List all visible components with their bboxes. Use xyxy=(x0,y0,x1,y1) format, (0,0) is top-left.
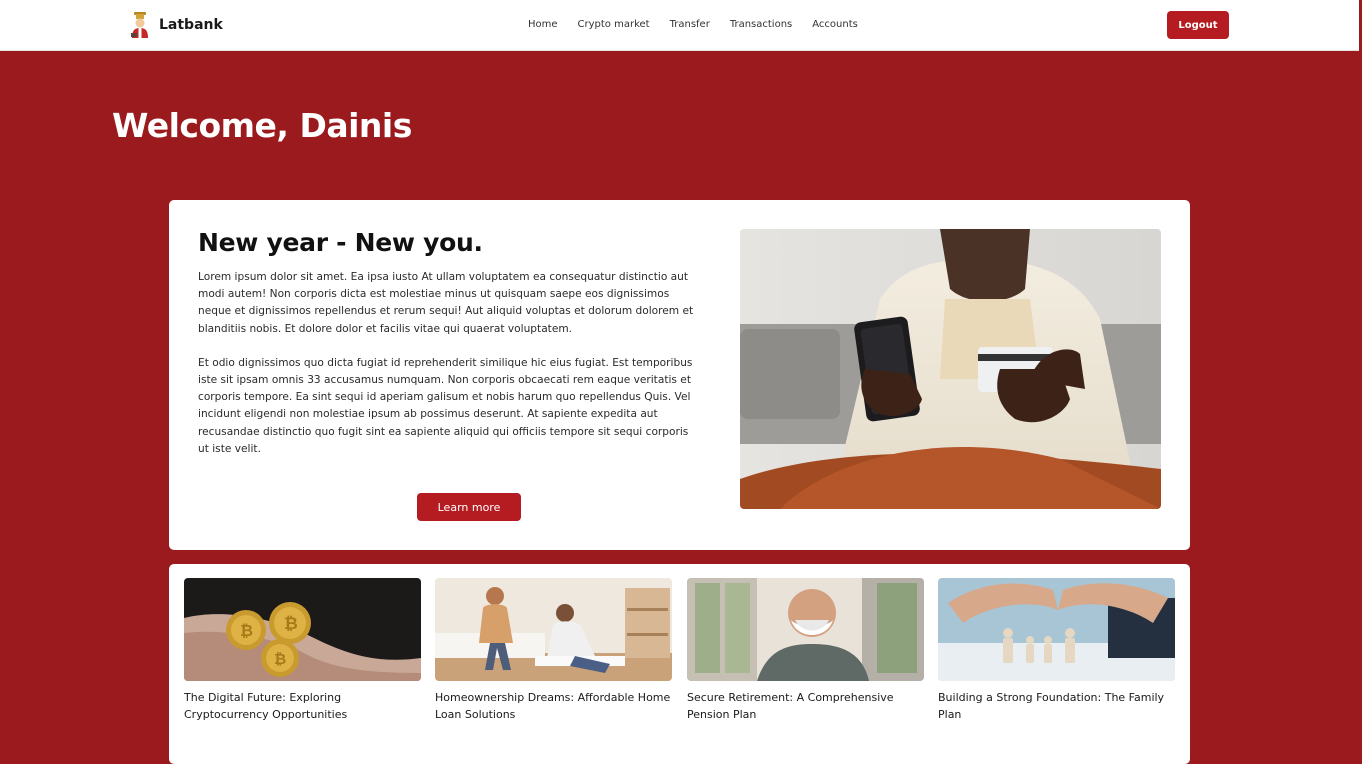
hero-card: New year - New you. Lorem ipsum dolor si… xyxy=(169,200,1190,550)
hero-body: Lorem ipsum dolor sit amet. Ea ipsa iust… xyxy=(198,269,698,458)
learn-more-button[interactable]: Learn more xyxy=(417,493,521,521)
welcome-heading: Welcome, Dainis xyxy=(112,106,412,145)
article-card[interactable]: Secure Retirement: A Comprehensive Pensi… xyxy=(687,578,924,723)
article-image-couple-home xyxy=(435,578,672,681)
article-title: Secure Retirement: A Comprehensive Pensi… xyxy=(687,691,894,721)
article-title: Homeownership Dreams: Affordable Home Lo… xyxy=(435,691,671,721)
article-card[interactable]: Building a Strong Foundation: The Family… xyxy=(938,578,1175,723)
hero-paragraph-2: Et odio dignissimos quo dicta fugiat id … xyxy=(198,356,693,455)
nav-transfer[interactable]: Transfer xyxy=(660,18,720,32)
article-title: Building a Strong Foundation: The Family… xyxy=(938,691,1165,721)
hero-title: New year - New you. xyxy=(198,228,483,257)
nav-crypto-market[interactable]: Crypto market xyxy=(568,18,660,32)
nav-home[interactable]: Home xyxy=(518,18,568,32)
top-navbar: Latbank Home Crypto market Transfer Tran… xyxy=(0,0,1362,51)
hero-photo-person-paying-with-card xyxy=(740,229,1161,509)
banker-logo-icon xyxy=(131,12,148,38)
hero-paragraph-1: Lorem ipsum dolor sit amet. Ea ipsa iust… xyxy=(198,271,694,335)
nav-accounts[interactable]: Accounts xyxy=(802,18,868,32)
article-card[interactable]: Homeownership Dreams: Affordable Home Lo… xyxy=(435,578,672,723)
brand-name: Latbank xyxy=(159,17,223,33)
article-card[interactable]: ₿ ₿ ₿ The Digital Future: Exploring Cryp… xyxy=(184,578,421,723)
logout-button[interactable]: Logout xyxy=(1167,11,1229,39)
article-image-smiling-senior xyxy=(687,578,924,681)
article-image-bitcoin-coins: ₿ ₿ ₿ xyxy=(184,578,421,681)
article-image-family-protection xyxy=(938,578,1175,681)
svg-text:₿: ₿ xyxy=(274,650,286,668)
brand[interactable]: Latbank xyxy=(130,12,223,38)
nav-transactions[interactable]: Transactions xyxy=(720,18,802,32)
article-title: The Digital Future: Exploring Cryptocurr… xyxy=(184,691,348,721)
main-nav: Home Crypto market Transfer Transactions… xyxy=(518,18,868,32)
svg-text:₿: ₿ xyxy=(240,621,253,640)
svg-text:₿: ₿ xyxy=(284,614,298,634)
articles-section: ₿ ₿ ₿ The Digital Future: Exploring Cryp… xyxy=(169,564,1190,764)
